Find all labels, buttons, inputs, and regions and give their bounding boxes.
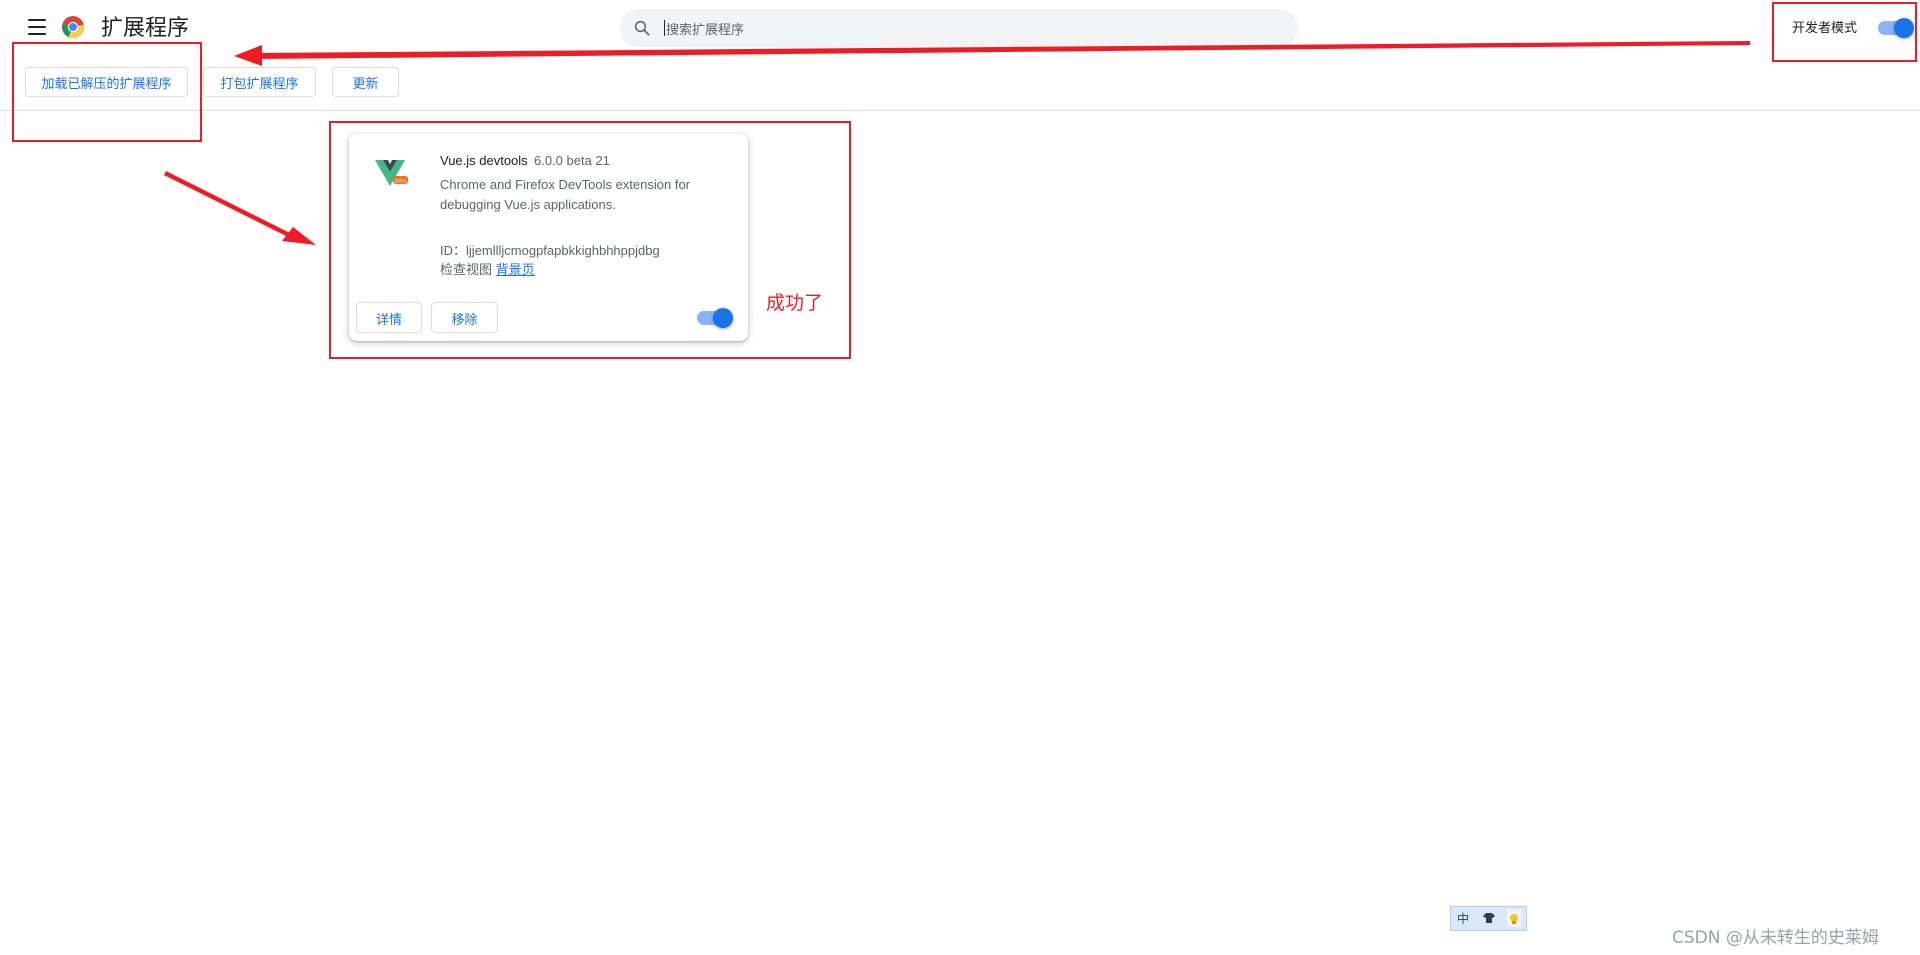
menu-icon[interactable] [28, 19, 46, 36]
update-button[interactable]: 更新 [332, 67, 399, 97]
annotation-box-extension [329, 121, 851, 359]
annotation-box-dev-mode [1772, 2, 1917, 62]
annotation-arrows [164, 41, 1750, 245]
success-annotation: 成功了 [766, 292, 824, 314]
search-icon [634, 20, 650, 36]
header: 扩展程序 开发者模式 [0, 0, 1920, 55]
page-title: 扩展程序 [101, 15, 190, 40]
chrome-logo-icon [62, 16, 84, 38]
shirt-icon[interactable] [1483, 913, 1495, 923]
lightbulb-icon[interactable] [1507, 909, 1521, 927]
search-box[interactable] [620, 9, 1298, 49]
toolbar-divider [0, 110, 1920, 111]
search-input[interactable] [664, 9, 1268, 49]
extensions-page: 扩展程序 开发者模式 加载已解压的扩展程序 打包扩展程序 更新 beta Vue… [0, 0, 1920, 955]
ime-mode-indicator[interactable]: 中 [1457, 910, 1469, 927]
text-caret [664, 20, 665, 36]
pack-extension-button[interactable]: 打包扩展程序 [203, 67, 316, 97]
ime-toolbar[interactable]: 中 [1450, 906, 1527, 931]
watermark: CSDN @从未转生的史莱姆 [1672, 928, 1879, 948]
annotation-box-load-unpacked [12, 42, 202, 142]
arrow-to-extension-card [164, 171, 316, 245]
